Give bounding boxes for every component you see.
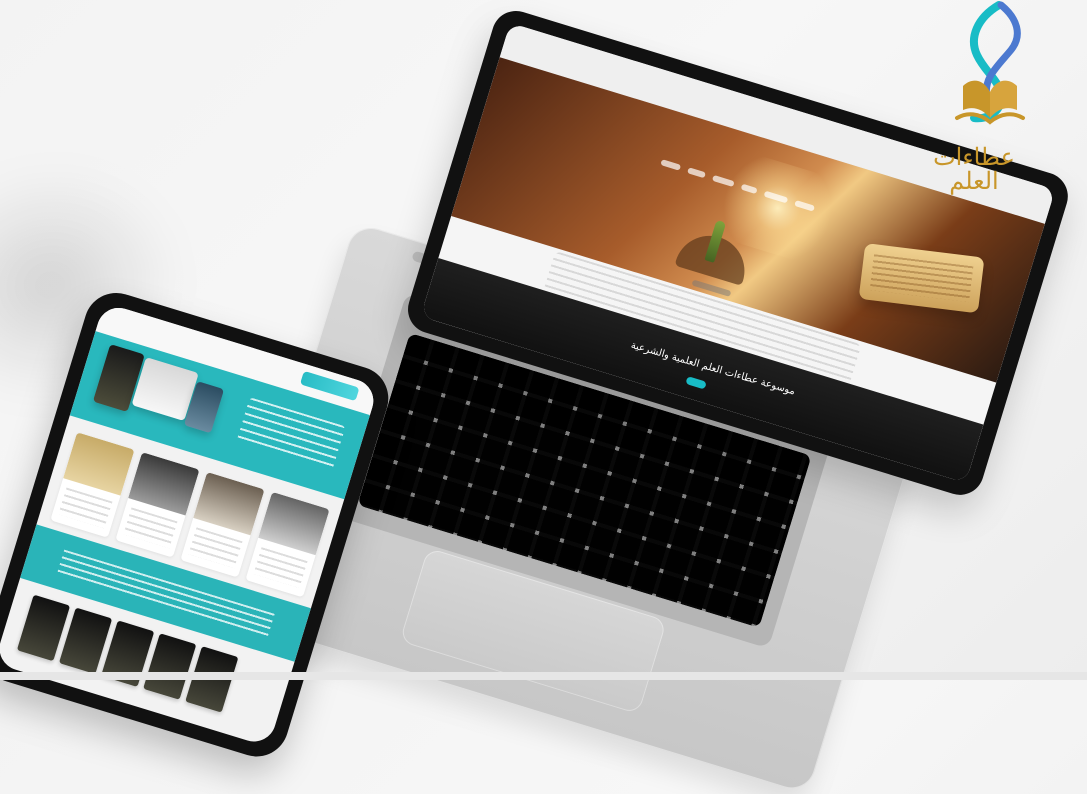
book-card-text [123, 507, 178, 549]
bottom-strip [0, 672, 1087, 680]
book-logo-icon [955, 1, 1025, 125]
hero-book [858, 243, 985, 314]
brand-logo: عطاءات العلم [929, 0, 1049, 193]
book-card-image [193, 471, 265, 536]
hero-book-lines [869, 254, 974, 303]
book-card-image [128, 452, 200, 516]
book-card-text [253, 547, 308, 588]
brand-name: عطاءات العلم [933, 143, 1015, 195]
book-card-text [188, 527, 243, 569]
nav-link [660, 159, 682, 171]
nav-link [687, 167, 707, 179]
book-card-image [63, 432, 135, 496]
book-card-text [58, 487, 113, 529]
banner-text [236, 397, 346, 471]
book-card-image [258, 491, 330, 556]
